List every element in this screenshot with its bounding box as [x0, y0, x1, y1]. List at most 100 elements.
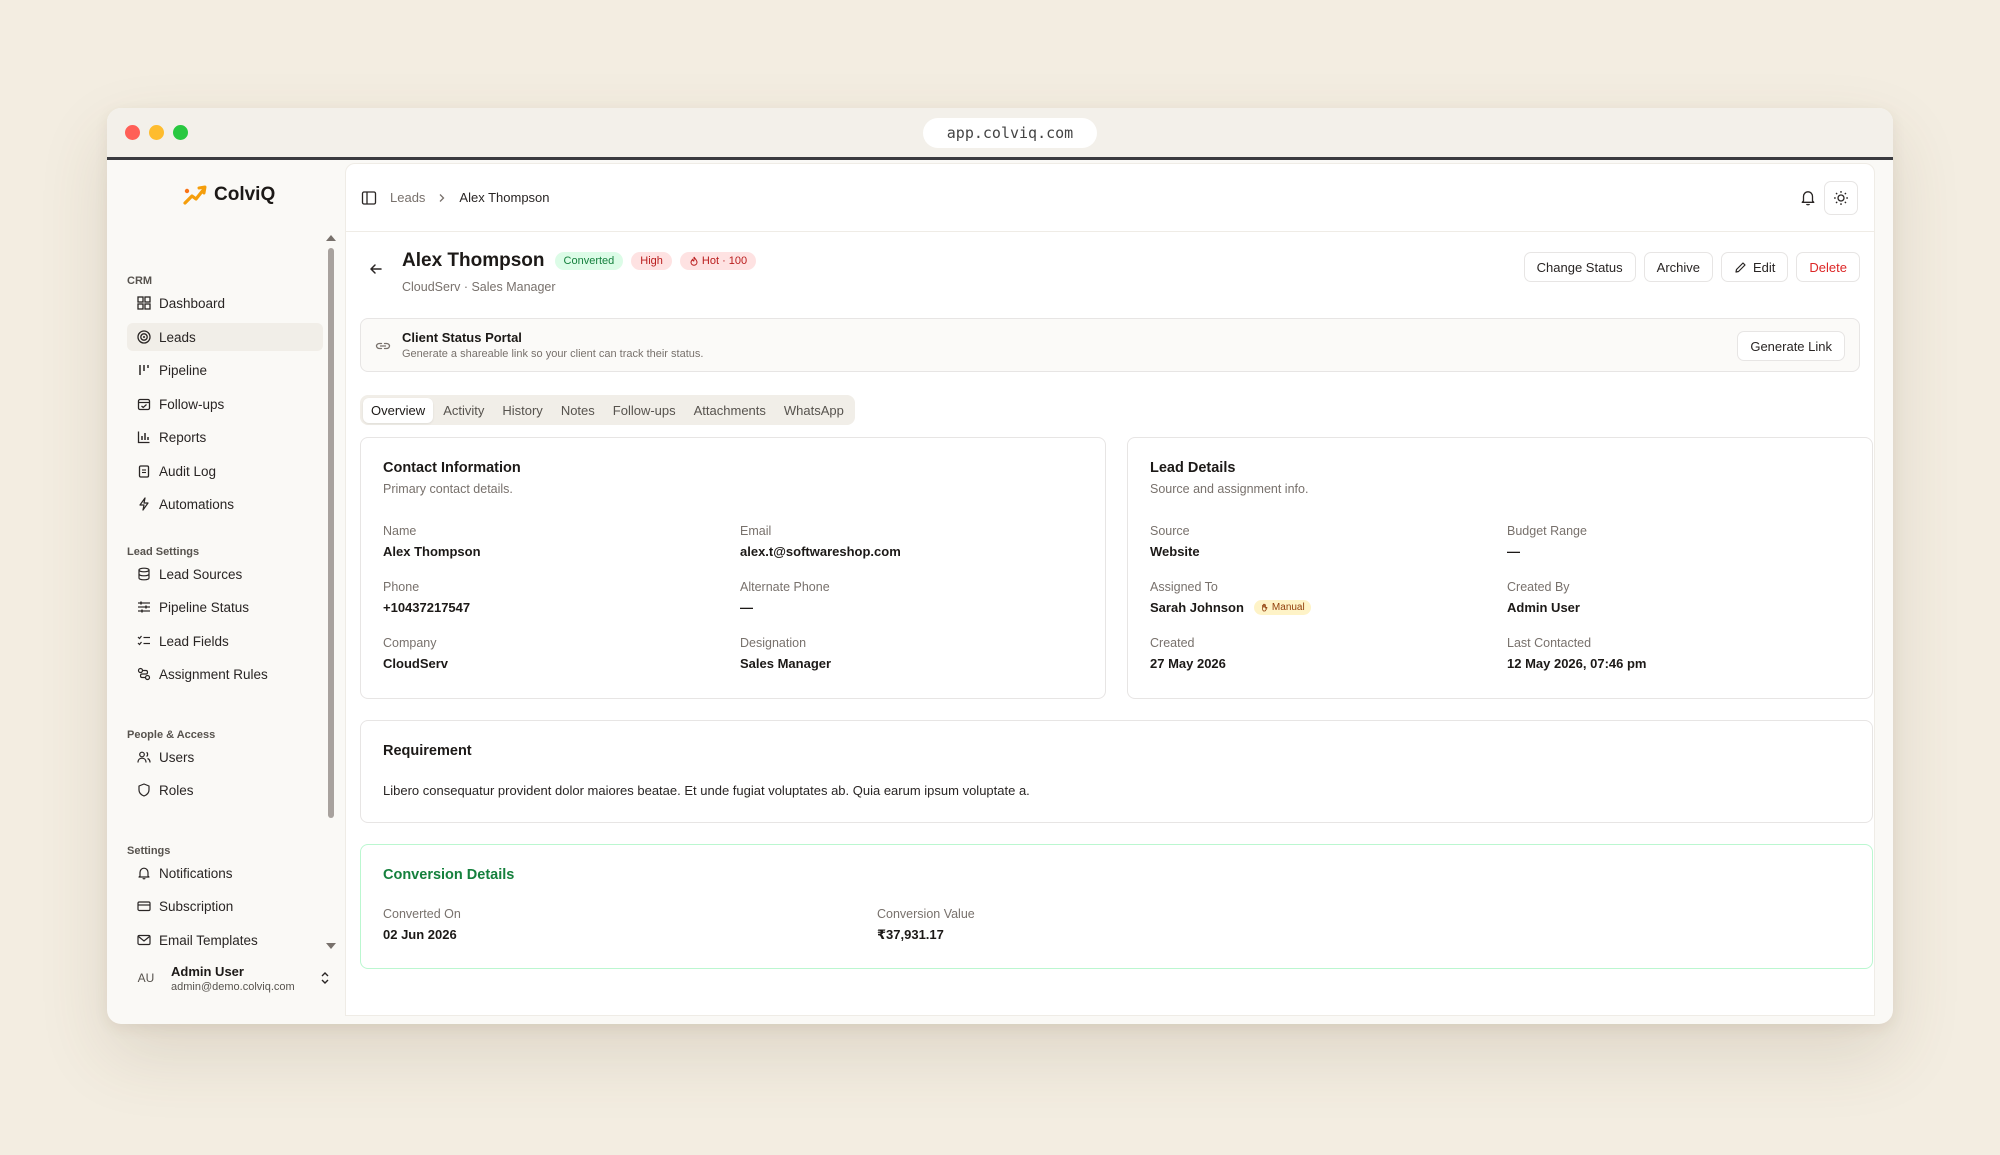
- client-status-portal: Client Status Portal Generate a shareabl…: [360, 318, 1860, 372]
- sidebar-item-lead-fields[interactable]: Lead Fields: [127, 627, 323, 655]
- tab-overview[interactable]: Overview: [363, 397, 434, 423]
- minimize-window-button[interactable]: [149, 125, 164, 140]
- sidebar-item-users[interactable]: Users: [127, 743, 323, 771]
- sidebar-item-label: Lead Fields: [159, 633, 229, 649]
- bell-icon: [138, 867, 150, 880]
- sidebar-item-label: Lead Sources: [159, 566, 243, 582]
- field-value: CloudServ: [383, 656, 449, 671]
- target-icon: [137, 330, 151, 344]
- contact-information-card: Contact Information Primary contact deta…: [360, 437, 1106, 699]
- hand-icon: [1262, 603, 1268, 612]
- sidebar-item-assignment-rules[interactable]: Assignment Rules: [127, 660, 323, 688]
- chevron-right-icon: [439, 193, 445, 202]
- sidebar-scrollbar[interactable]: [328, 248, 334, 818]
- sidebar-item-lead-sources[interactable]: Lead Sources: [127, 560, 323, 588]
- sidebar-item-automations[interactable]: Automations: [127, 490, 323, 518]
- sidebar-item-subscription[interactable]: Subscription: [127, 892, 323, 920]
- url-bar[interactable]: app.colviq.com: [923, 118, 1097, 148]
- score-badge: Hot · 100: [679, 252, 757, 270]
- breadcrumb-current: Alex Thompson: [459, 190, 550, 205]
- user-menu[interactable]: AU Admin User admin@demo.colviq.com: [131, 963, 331, 993]
- bar-chart-icon: [137, 431, 150, 444]
- clipboard-icon: [138, 465, 150, 478]
- card-subtitle: Source and assignment info.: [1150, 482, 1309, 496]
- field-label: Conversion Value: [877, 907, 975, 921]
- field-label: Name: [383, 524, 417, 538]
- lightning-icon: [139, 497, 149, 511]
- app-name: ColviQ: [214, 184, 276, 205]
- sidebar-item-pipeline-status[interactable]: Pipeline Status: [127, 593, 323, 621]
- field-label: Alternate Phone: [740, 580, 830, 594]
- tab-notes[interactable]: Notes: [553, 398, 603, 423]
- sidebar-item-dashboard[interactable]: Dashboard: [127, 289, 323, 317]
- edit-button[interactable]: Edit: [1721, 252, 1789, 282]
- breadcrumb-leads[interactable]: Leads: [390, 190, 425, 205]
- sidebar-item-follow-ups[interactable]: Follow-ups: [127, 390, 323, 418]
- lead-header: Alex Thompson Converted High Hot · 100: [402, 250, 757, 272]
- field-label: Source: [1150, 524, 1190, 538]
- lead-name: Alex Thompson: [402, 250, 545, 271]
- tab-activity[interactable]: Activity: [435, 398, 492, 423]
- field-email: Email alex.t@softwareshop.com: [740, 524, 901, 559]
- tab-history[interactable]: History: [494, 398, 550, 423]
- lead-actions: Change Status Archive Edit Delete: [1523, 252, 1860, 282]
- tab-follow-ups[interactable]: Follow-ups: [605, 398, 684, 423]
- field-label: Assigned To: [1150, 580, 1218, 594]
- sidebar-scroll-down-arrow[interactable]: [326, 943, 336, 949]
- field-label: Converted On: [383, 907, 461, 921]
- notifications-bell-icon[interactable]: [1800, 189, 1816, 207]
- sidebar-item-leads[interactable]: Leads: [127, 323, 323, 351]
- card-title: Lead Details: [1150, 460, 1236, 476]
- delete-button[interactable]: Delete: [1796, 252, 1860, 282]
- lead-details-card: Lead Details Source and assignment info.…: [1127, 437, 1873, 699]
- change-status-button[interactable]: Change Status: [1523, 252, 1636, 282]
- tab-whatsapp[interactable]: WhatsApp: [776, 398, 852, 423]
- field-label: Company: [383, 636, 437, 650]
- maximize-window-button[interactable]: [173, 125, 188, 140]
- link-icon: [375, 342, 391, 350]
- generate-link-button[interactable]: Generate Link: [1737, 331, 1845, 361]
- sliders-icon: [138, 601, 150, 613]
- theme-toggle-button[interactable]: [1824, 181, 1858, 215]
- field-assigned-to: Assigned To Sarah Johnson Manual: [1150, 580, 1311, 615]
- sidebar-item-pipeline[interactable]: Pipeline: [127, 356, 323, 384]
- priority-badge: High: [631, 252, 672, 270]
- sidebar-item-reports[interactable]: Reports: [127, 423, 323, 451]
- nav-section-settings: Settings: [127, 845, 171, 857]
- sidebar-item-roles[interactable]: Roles: [127, 776, 323, 804]
- top-bar: Leads Alex Thompson: [346, 164, 1874, 232]
- pipeline-icon: [139, 365, 149, 375]
- sidebar-item-label: Assignment Rules: [159, 666, 268, 682]
- chevrons-up-down-icon: [321, 972, 329, 984]
- field-value: Admin User: [1507, 600, 1580, 615]
- field-label: Created By: [1507, 580, 1570, 594]
- lead-subtitle: CloudServ · Sales Manager: [402, 280, 556, 294]
- app-logo[interactable]: ColviQ: [182, 183, 275, 207]
- close-window-button[interactable]: [125, 125, 140, 140]
- portal-title: Client Status Portal: [402, 330, 522, 345]
- assignee-name: Sarah Johnson: [1150, 600, 1244, 615]
- field-label: Email: [740, 524, 772, 538]
- edit-button-label: Edit: [1753, 259, 1776, 275]
- user-email: admin@demo.colviq.com: [171, 980, 295, 993]
- card-subtitle: Primary contact details.: [383, 482, 513, 496]
- field-designation: Designation Sales Manager: [740, 636, 831, 671]
- archive-button[interactable]: Archive: [1643, 252, 1714, 282]
- field-value: 02 Jun 2026: [383, 927, 457, 942]
- database-icon: [138, 567, 150, 581]
- status-badge: Converted: [554, 252, 624, 270]
- sidebar-item-audit-log[interactable]: Audit Log: [127, 457, 323, 485]
- sidebar-toggle-icon[interactable]: [361, 190, 377, 206]
- field-value: +10437217547: [383, 600, 471, 615]
- colviq-logo-icon: [183, 185, 207, 205]
- sidebar-item-email-templates[interactable]: Email Templates: [127, 926, 323, 954]
- sidebar-scroll-up-arrow[interactable]: [326, 235, 336, 241]
- field-name: Name Alex Thompson: [383, 524, 481, 559]
- list-checks-icon: [137, 635, 150, 646]
- back-arrow-icon[interactable]: [368, 261, 384, 277]
- sidebar-item-notifications[interactable]: Notifications: [127, 859, 323, 887]
- credit-card-icon: [137, 901, 151, 912]
- assignment-tag-label: Manual: [1271, 602, 1305, 613]
- sidebar-item-label: Pipeline: [159, 362, 208, 378]
- tab-attachments[interactable]: Attachments: [686, 398, 774, 423]
